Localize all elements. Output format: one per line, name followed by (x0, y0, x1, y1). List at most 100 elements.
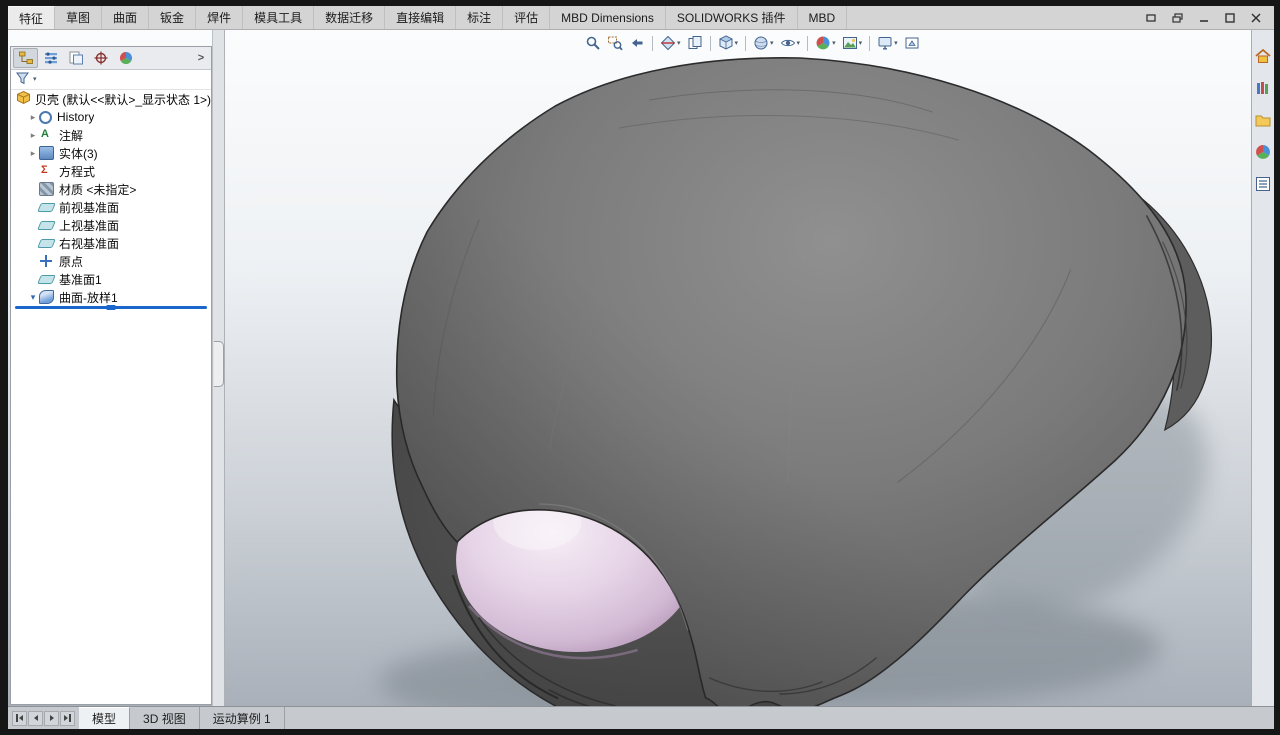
minimize-icon[interactable] (1197, 12, 1210, 24)
tree-item[interactable]: 前视基准面 (11, 198, 211, 216)
tree-item[interactable]: 原点 (11, 252, 211, 270)
tree-item-label: 注解 (59, 127, 83, 144)
tree-item-label: 右视基准面 (59, 235, 119, 252)
configurationmanager-tab[interactable] (63, 48, 88, 68)
document-tab[interactable]: 运动算例 1 (200, 707, 285, 729)
tree-item[interactable]: History (11, 108, 211, 126)
tree-item-label: 基准面1 (59, 271, 102, 288)
ribbon-tab-label: 特征 (19, 10, 43, 27)
tree-item-label: 前视基准面 (59, 199, 119, 216)
ribbon-tab[interactable]: MBD Dimensions (550, 6, 666, 29)
feature-icon (39, 146, 54, 160)
first-tab-button[interactable] (12, 711, 27, 726)
previous-view-button[interactable] (627, 33, 647, 53)
document-minimize-icon[interactable] (1145, 12, 1158, 24)
tree-root-item[interactable]: 贝壳 (默认<<默认>_显示状态 1>) (11, 90, 211, 108)
filter-funnel-icon[interactable] (15, 71, 30, 89)
displaymanager-tab[interactable] (113, 48, 138, 68)
display-style-button[interactable]: ▾ (751, 33, 776, 53)
feature-icon (39, 164, 54, 178)
ribbon-tab-label: 焊件 (207, 9, 231, 26)
dimxpertmanager-tab[interactable] (88, 48, 113, 68)
ribbon-tab-label: 数据迁移 (325, 9, 373, 26)
ribbon-tab[interactable]: MBD (798, 6, 848, 29)
document-restore-icon[interactable] (1171, 12, 1184, 24)
appearances-icon[interactable] (1254, 142, 1273, 161)
hud-separator (745, 36, 746, 51)
feature-icon (37, 203, 56, 212)
custom-properties-icon[interactable] (1254, 174, 1273, 193)
propertymanager-tab[interactable] (38, 48, 63, 68)
tree-item[interactable]: 基准面1 (11, 270, 211, 288)
tree-item[interactable]: 曲面-放样1 (11, 288, 211, 305)
ribbon-tab[interactable]: 焊件 (196, 6, 243, 29)
view-settings-button[interactable]: ▾ (875, 33, 900, 53)
rollback-bar[interactable] (15, 306, 207, 309)
zoom-to-fit-button[interactable] (583, 33, 603, 53)
ribbon-tab[interactable]: 曲面 (102, 6, 149, 29)
feature-icon (39, 254, 54, 268)
feature-tree: History 注解 实体(3) (11, 108, 211, 305)
section-view-button[interactable]: ▾ (658, 33, 683, 53)
maximize-icon[interactable] (1223, 12, 1236, 24)
tree-item[interactable]: 上视基准面 (11, 216, 211, 234)
next-tab-button[interactable] (44, 711, 59, 726)
last-tab-button[interactable] (60, 711, 75, 726)
previous-tab-button[interactable] (28, 711, 43, 726)
filter-dropdown-arrow[interactable]: ▾ (33, 76, 37, 83)
expand-arrow-icon[interactable] (27, 131, 39, 140)
expand-arrow-icon[interactable] (27, 149, 39, 158)
ribbon-tab[interactable]: 草图 (55, 6, 102, 29)
ribbon-tab[interactable]: 直接编辑 (385, 6, 456, 29)
tab-scroll-buttons (8, 707, 79, 729)
heads-up-toolbar: ▾ ▾ ▾ ▾ ▾ (583, 33, 922, 53)
zoom-to-area-button[interactable] (605, 33, 625, 53)
tree-item-label: 上视基准面 (59, 217, 119, 234)
ribbon-tab[interactable]: 评估 (503, 6, 550, 29)
solidworks-window: 特征 草图 曲面 钣金 焊件 模具工具 (8, 6, 1274, 729)
ribbon-tab-label: 钣金 (160, 9, 184, 26)
tree-item[interactable]: 注解 (11, 126, 211, 144)
design-library-icon[interactable] (1254, 78, 1273, 97)
ribbon-tab[interactable]: 数据迁移 (314, 6, 385, 29)
splitter-handle[interactable] (214, 341, 224, 387)
ribbon-tab-label: 模具工具 (254, 9, 302, 26)
feature-icon (39, 111, 52, 124)
graphics-area[interactable]: ▾ ▾ ▾ ▾ ▾ (8, 30, 1251, 706)
tree-item[interactable]: 方程式 (11, 162, 211, 180)
tree-item-label: 材质 <未指定> (59, 181, 136, 198)
document-tab[interactable]: 3D 视图 (130, 707, 200, 729)
ribbon-tab[interactable]: 模具工具 (243, 6, 314, 29)
3d-drawing-view-button[interactable] (902, 33, 922, 53)
main-area: ▾ ▾ ▾ ▾ ▾ (8, 30, 1274, 706)
view-orientation-button[interactable]: ▾ (716, 33, 741, 53)
file-explorer-icon[interactable] (1254, 110, 1273, 129)
expand-arrow-icon[interactable] (27, 113, 39, 122)
window-controls (1133, 6, 1274, 29)
expand-arrow-icon[interactable] (27, 293, 39, 302)
tree-item[interactable]: 实体(3) (11, 144, 211, 162)
hide-show-items-button[interactable]: ▾ (778, 33, 803, 53)
dynamic-annotation-views-button[interactable] (685, 33, 705, 53)
ribbon-tab[interactable]: 钣金 (149, 6, 196, 29)
ribbon-tab-label: 标注 (467, 9, 491, 26)
ribbon-tab[interactable]: SOLIDWORKS 插件 (666, 6, 798, 29)
hud-separator (710, 36, 711, 51)
ribbon-tab[interactable]: 特征 (8, 6, 55, 29)
apply-scene-button[interactable]: ▾ (840, 33, 865, 53)
document-tab-bar: 模型 3D 视图 运动算例 1 (8, 706, 1274, 729)
task-pane-bar (1251, 30, 1274, 706)
tree-item[interactable]: 材质 <未指定> (11, 180, 211, 198)
document-tab-label: 运动算例 1 (213, 710, 271, 727)
tree-item[interactable]: 右视基准面 (11, 234, 211, 252)
document-tab[interactable]: 模型 (79, 707, 130, 729)
tree-item-label: History (57, 110, 94, 124)
edit-appearance-button[interactable]: ▾ (813, 33, 838, 53)
ribbon-tab[interactable]: 标注 (456, 6, 503, 29)
hud-separator (652, 36, 653, 51)
panel-expand-chevron[interactable]: > (193, 49, 209, 67)
panel-splitter[interactable] (212, 30, 225, 706)
featuremanager-design-tree-tab[interactable] (13, 48, 38, 68)
close-icon[interactable] (1249, 12, 1262, 24)
solidworks-resources-home-icon[interactable] (1254, 46, 1273, 65)
